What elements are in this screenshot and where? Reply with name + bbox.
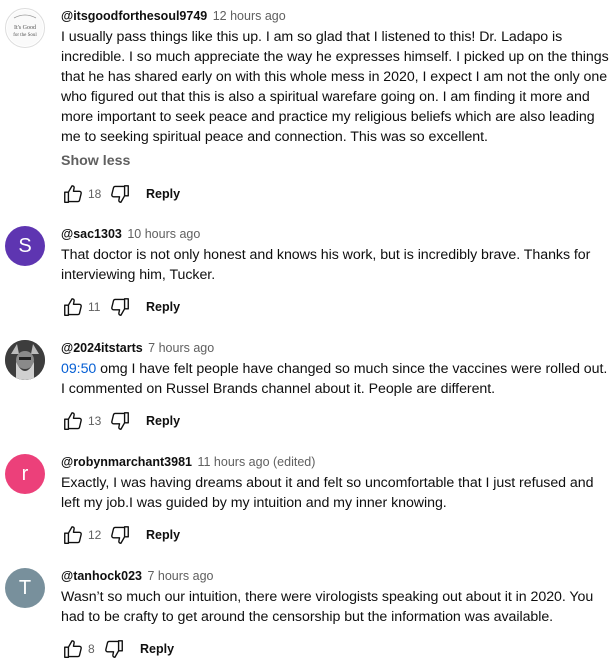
like-icon[interactable] [61, 523, 85, 547]
comment-body: @tanhock023 7 hours ago Wasn’t so much o… [61, 568, 611, 661]
reply-button[interactable]: Reply [146, 414, 180, 428]
avatar[interactable]: It's Good for the Soul [5, 8, 45, 48]
like-count: 12 [88, 528, 102, 542]
like-count: 11 [88, 300, 101, 314]
comment-text: I usually pass things like this up. I am… [61, 29, 609, 145]
comment-author[interactable]: @robynmarchant3981 [61, 455, 192, 469]
like-icon[interactable] [61, 637, 85, 661]
reply-button[interactable]: Reply [140, 642, 174, 656]
comment-actions: 12 Reply [61, 523, 611, 547]
comment-actions: 13 Reply [61, 409, 611, 433]
comment-time[interactable]: 11 hours ago (edited) [197, 455, 315, 469]
dislike-icon[interactable] [108, 182, 132, 206]
show-less-button[interactable]: Show less [61, 153, 611, 169]
avatar-letter: r [21, 462, 29, 485]
comment-text: Wasn’t so much our intuition, there were… [61, 589, 594, 625]
comment-header: @robynmarchant3981 11 hours ago (edited) [61, 454, 611, 470]
timestamp-link[interactable]: 09:50 [61, 361, 96, 377]
logo-avatar-icon: It's Good for the Soul [7, 10, 43, 46]
comment-body: @sac1303 10 hours ago That doctor is not… [61, 226, 611, 319]
comment-time[interactable]: 7 hours ago [147, 569, 213, 583]
comment-author[interactable]: @2024itstarts [61, 341, 143, 355]
like-icon[interactable] [61, 182, 85, 206]
warrior-avatar-icon [5, 340, 45, 380]
comment-author[interactable]: @sac1303 [61, 227, 122, 241]
like-icon[interactable] [61, 409, 85, 433]
comment-author[interactable]: @itsgoodforthesoul9749 [61, 9, 207, 23]
comment-body: @2024itstarts 7 hours ago 09:50 omg I ha… [61, 340, 611, 433]
avatar[interactable]: r [5, 454, 45, 494]
like-icon[interactable] [61, 295, 85, 319]
comment-header: @2024itstarts 7 hours ago [61, 340, 611, 356]
comment-author[interactable]: @tanhock023 [61, 569, 142, 583]
like-count: 18 [88, 187, 102, 201]
reply-button[interactable]: Reply [146, 528, 180, 542]
dislike-icon[interactable] [108, 523, 132, 547]
comment-time[interactable]: 12 hours ago [213, 9, 286, 23]
comment-text-content: omg I have felt people have changed so m… [61, 361, 608, 397]
svg-text:for the Soul: for the Soul [13, 33, 37, 38]
dislike-icon[interactable] [108, 409, 132, 433]
comment-body: @itsgoodforthesoul9749 12 hours ago I us… [61, 8, 611, 206]
dislike-icon[interactable] [108, 295, 132, 319]
like-count: 8 [88, 642, 95, 656]
comment-time[interactable]: 7 hours ago [148, 341, 214, 355]
svg-text:It's Good: It's Good [14, 25, 36, 31]
dislike-icon[interactable] [102, 637, 126, 661]
avatar-letter: S [18, 234, 32, 257]
comment-actions: 11 Reply [61, 295, 611, 319]
avatar[interactable]: S [5, 226, 45, 266]
comment-text: That doctor is not only honest and knows… [61, 247, 591, 283]
comment-actions: 8 Reply [61, 637, 611, 661]
comment-text: Exactly, I was having dreams about it an… [61, 475, 594, 511]
comment-header: @sac1303 10 hours ago [61, 226, 611, 242]
comment-header: @tanhock023 7 hours ago [61, 568, 611, 584]
comment-time[interactable]: 10 hours ago [127, 227, 200, 241]
avatar[interactable] [5, 340, 45, 380]
avatar-letter: T [18, 576, 32, 599]
reply-button[interactable]: Reply [146, 187, 180, 201]
comment-header: @itsgoodforthesoul9749 12 hours ago [61, 8, 611, 24]
avatar[interactable]: T [5, 568, 45, 608]
like-count: 13 [88, 414, 102, 428]
comment-text: 09:50 omg I have felt people have change… [61, 359, 611, 399]
comment-actions: 18 Reply [61, 182, 611, 206]
comment-body: @robynmarchant3981 11 hours ago (edited)… [61, 454, 611, 547]
reply-button[interactable]: Reply [146, 300, 180, 314]
